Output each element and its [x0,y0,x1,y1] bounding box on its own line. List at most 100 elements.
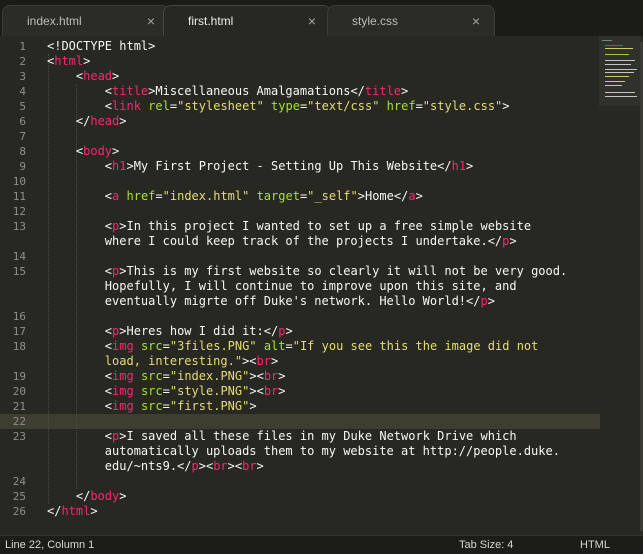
tab-label: index.html [27,14,82,28]
line-number-gutter: 1 2 3 4 5 6 7 8 9 10 11 12 13 14 15 16 17 18 19 20 21 22 23 24 2… [0,36,34,535]
tab-label: first.html [188,14,234,28]
line-number: 12 [12,205,26,218]
code-token: "3files.PNG" [169,339,257,353]
code-token: >< [249,384,264,398]
code-token: < [47,219,113,233]
code-line[interactable]: eventually migrte off Duke's network. He… [47,294,495,309]
code-line[interactable]: edu/~nts9.</p><br><br> [47,459,264,474]
code-token: "text/css" [307,99,380,113]
code-token: < [47,69,84,83]
code-token: img [112,339,134,353]
code-token: br [263,369,279,383]
line-number: 16 [12,310,26,323]
code-token: a [408,189,416,203]
code-token: < [47,324,113,338]
code-line[interactable]: <p>This is my first website so clearly i… [47,264,567,279]
tab-index-html[interactable]: index.html × [2,5,170,36]
code-token: < [47,189,113,203]
code-token: = [415,99,423,113]
code-line[interactable]: where I could keep track of the projects… [47,234,517,249]
code-token: = [285,339,293,353]
code-line[interactable]: automatically uploads them to my website… [47,444,560,459]
code-token: load, interesting." [47,354,243,368]
code-line[interactable]: </body> [47,489,127,504]
code-line[interactable]: <p>Heres how I did it:</p> [47,324,293,339]
code-token: > [285,324,293,338]
code-token: </ [47,504,62,518]
code-token: >This is my first website so clearly it … [119,264,568,278]
code-line[interactable]: <body> [47,144,119,159]
code-token: p [191,459,199,473]
code-token: src [140,369,163,383]
code-token: "style.css" [422,99,503,113]
line-number: 10 [12,175,26,188]
code-token: >I saved all these files in my Duke Netw… [119,429,517,443]
code-token: src [140,339,163,353]
code-token: < [47,264,113,278]
code-line[interactable]: <!DOCTYPE html> [47,39,155,54]
close-tab-icon[interactable]: × [472,6,480,37]
code-token: eventually migrte off Duke's network. He… [47,294,481,308]
code-token: "index.PNG" [169,369,250,383]
code-token: "style.PNG" [169,384,250,398]
code-token: >< [198,459,214,473]
code-line[interactable]: Hopefully, I will continue to improve up… [47,279,517,294]
code-editor[interactable]: 1 2 3 4 5 6 7 8 9 10 11 12 13 14 15 16 17 18 19 20 21 22 23 24 2… [0,36,643,535]
close-tab-icon[interactable]: × [147,6,155,37]
code-line[interactable]: <p>I saved all these files in my Duke Ne… [47,429,517,444]
code-line[interactable]: <img src="style.PNG"><br> [47,384,286,399]
code-line[interactable]: <html> [47,54,90,69]
code-line[interactable]: </html> [47,504,98,519]
code-token: img [112,384,134,398]
code-token: > [509,234,517,248]
code-token: "If you see this the image did not [292,339,539,353]
code-token: where I could keep track of the projects… [47,234,503,248]
tab-first-html[interactable]: first.html × [163,5,331,36]
code-line[interactable]: <a href="index.html" target="_self">Home… [47,189,423,204]
code-line[interactable]: </head> [47,114,127,129]
code-token: > [90,504,98,518]
code-token: < [47,339,113,353]
code-token: > [502,99,510,113]
code-line[interactable]: <img src="3files.PNG" alt="If you see th… [47,339,539,354]
code-token: body [90,489,120,503]
current-line-highlight [0,414,600,429]
syntax-mode[interactable]: HTML [580,536,610,554]
line-number: 20 [12,385,26,398]
code-token: > [249,399,257,413]
code-token: = [162,339,170,353]
code-token: >Heres how I did it:</ [119,324,279,338]
code-token: html [54,54,84,68]
close-tab-icon[interactable]: × [308,6,316,37]
tab-size-setting[interactable]: Tab Size: 4 [459,536,513,554]
code-token: Hopefully, I will continue to improve up… [47,279,517,293]
code-line[interactable]: load, interesting."><br> [47,354,278,369]
code-line[interactable]: <title>Miscellaneous Amalgamations</titl… [47,84,408,99]
code-token: rel [148,99,170,113]
code-token: <!DOCTYPE html> [47,39,156,53]
code-line[interactable]: <p>In this project I wanted to set up a … [47,219,531,234]
code-token: = [155,189,163,203]
minimap[interactable] [599,36,641,106]
code-line[interactable]: <head> [47,69,119,84]
code-token: type [271,99,300,113]
code-token: img [112,369,134,383]
code-token: < [47,159,113,173]
line-number: 8 [19,145,26,158]
code-line[interactable]: <img src="first.PNG"> [47,399,257,414]
code-line[interactable]: <link rel="stylesheet" type="text/css" h… [47,99,510,114]
code-token: </ [47,489,91,503]
code-line[interactable]: <h1>My First Project - Setting Up This W… [47,159,473,174]
code-token: > [401,84,409,98]
code-line[interactable]: <img src="index.PNG"><br> [47,369,286,384]
line-number: 17 [12,325,26,338]
code-token: </ [47,114,91,128]
tab-style-css[interactable]: style.css × [327,5,495,36]
code-token: >My First Project - Setting Up This Webs… [126,159,452,173]
code-token: br [256,354,271,368]
line-number: 14 [12,250,26,263]
